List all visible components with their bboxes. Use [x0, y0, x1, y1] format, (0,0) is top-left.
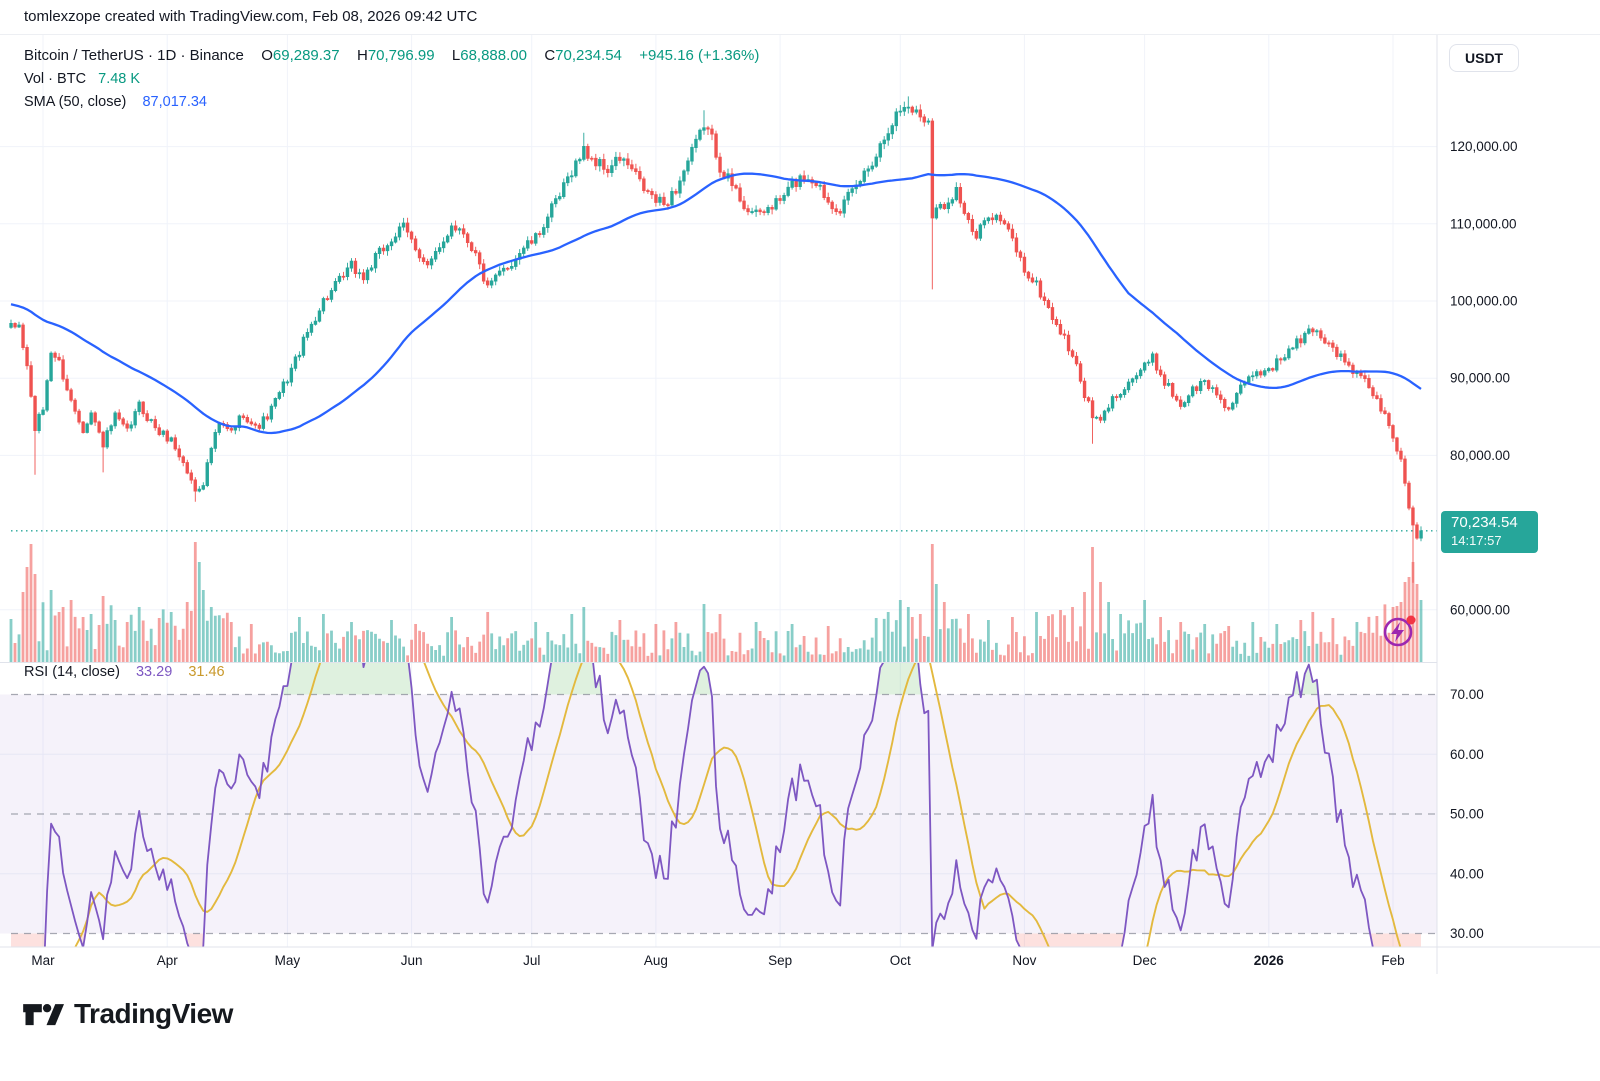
- rsi-tick-label: 40.00: [1450, 866, 1484, 881]
- volume-layer: [10, 542, 1423, 662]
- close-value: 70,234.54: [555, 47, 622, 64]
- rsi-tick-label: 60.00: [1450, 747, 1484, 762]
- sma-line: [11, 174, 1421, 433]
- rsi-label: RSI (14, close): [24, 664, 120, 680]
- high-value: 70,796.99: [368, 47, 435, 64]
- candles-layer: [10, 96, 1423, 582]
- month-label: Sep: [768, 953, 792, 968]
- volume-value: 7.48 K: [98, 71, 140, 87]
- sma-value: 87,017.34: [142, 94, 207, 110]
- sma-label: SMA (50, close): [24, 94, 126, 110]
- rsi-value: 33.29: [136, 664, 172, 680]
- price-tick-label: 120,000.00: [1450, 139, 1518, 154]
- interval-label: 1D: [157, 47, 176, 64]
- candles-down: [14, 104, 1418, 582]
- rsi-tick-label: 70.00: [1450, 687, 1484, 702]
- tradingview-footer: TradingView: [22, 997, 233, 1031]
- low-value: 68,888.00: [460, 47, 527, 64]
- month-label: Jun: [401, 953, 423, 968]
- month-label: Oct: [890, 953, 911, 968]
- sma-legend[interactable]: SMA (50, close) 87,017.34: [24, 94, 207, 110]
- close-label: C: [544, 47, 555, 64]
- month-label: Dec: [1133, 953, 1157, 968]
- month-label: May: [275, 953, 301, 968]
- price-tick-label: 100,000.00: [1450, 294, 1518, 309]
- price-tick-label: 90,000.00: [1450, 371, 1510, 386]
- candles-up: [10, 96, 1423, 541]
- rsi-ma-value: 31.46: [188, 664, 224, 680]
- rsi-legend[interactable]: RSI (14, close) 33.29 31.46: [24, 664, 225, 680]
- open-label: O: [261, 47, 273, 64]
- volume-legend[interactable]: Vol · BTC 7.48 K: [24, 71, 140, 87]
- time-axis[interactable]: Mar Apr May Jun Jul Aug Sep Oct Nov Dec 2026 Feb: [31, 953, 1404, 968]
- month-label: Apr: [157, 953, 179, 968]
- high-label: H: [357, 47, 368, 64]
- symbol-name: Bitcoin / TetherUS: [24, 47, 144, 64]
- price-tick-label: 110,000.00: [1450, 216, 1517, 231]
- month-label: Nov: [1012, 953, 1036, 968]
- price-tick-label: 80,000.00: [1450, 448, 1510, 463]
- tradingview-brand-text: TradingView: [74, 998, 233, 1030]
- tradingview-logo-icon: [22, 997, 64, 1031]
- change-value: +945.16 (+1.36%): [639, 47, 759, 64]
- last-price-badge: 70,234.54 14:17:57: [1441, 511, 1538, 553]
- month-label: Aug: [644, 953, 668, 968]
- exchange-label: Binance: [190, 47, 244, 64]
- price-tick-label: 60,000.00: [1450, 602, 1510, 617]
- chart-canvas[interactable]: 120,000.00 110,000.00 100,000.00 90,000.00 8…: [0, 0, 1600, 975]
- month-label: Feb: [1381, 953, 1404, 968]
- low-label: L: [452, 47, 460, 64]
- last-price-value: 70,234.54: [1451, 514, 1530, 533]
- tradingview-snapshot: { "attribution": "tomlexzope created wit…: [0, 0, 1600, 1081]
- symbol-legend[interactable]: Bitcoin / TetherUS · 1D · Binance O69,28…: [24, 47, 759, 64]
- last-price-countdown: 14:17:57: [1451, 533, 1530, 549]
- month-label: Jul: [523, 953, 540, 968]
- volume-label: Vol · BTC: [24, 71, 86, 87]
- rsi-tick-label: 50.00: [1450, 807, 1484, 822]
- currency-button[interactable]: USDT: [1449, 44, 1519, 72]
- volume-down-bars: [14, 542, 1419, 662]
- open-value: 69,289.37: [273, 47, 340, 64]
- rsi-tick-label: 30.00: [1450, 926, 1484, 941]
- month-label: Mar: [31, 953, 55, 968]
- month-label: 2026: [1254, 953, 1285, 968]
